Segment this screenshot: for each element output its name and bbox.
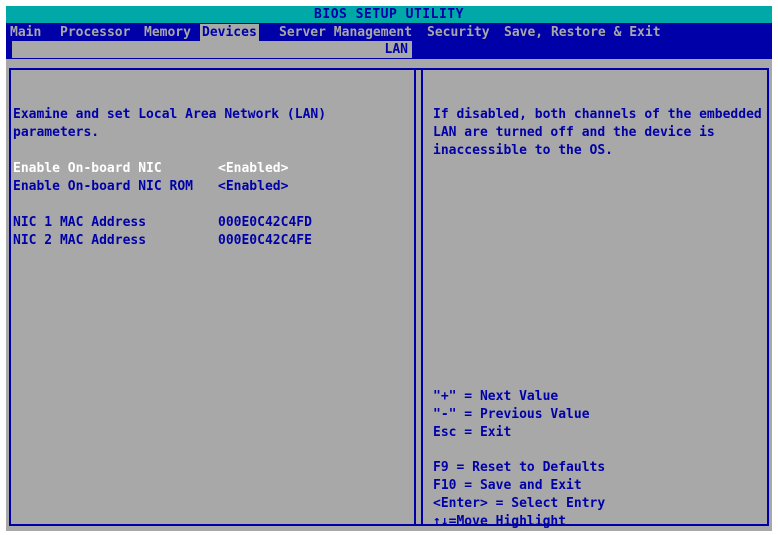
- left-panel: Examine and set Local Area Network (LAN)…: [9, 68, 414, 526]
- setting-enable-nic-value[interactable]: <Enabled>: [218, 160, 288, 178]
- nic2-mac-label: NIC 2 MAC Address: [13, 233, 147, 248]
- key-select-entry: <Enter> = Select Entry: [433, 496, 606, 511]
- menu-processor[interactable]: Processor: [58, 24, 132, 41]
- menu-save-restore-exit[interactable]: Save, Restore & Exit: [502, 24, 663, 41]
- key-exit: Esc = Exit: [433, 425, 512, 440]
- menu-main[interactable]: Main: [8, 24, 43, 41]
- help-text-line1: If disabled, both channels of the embedd…: [433, 107, 762, 122]
- lan-description-line1: Examine and set Local Area Network (LAN): [13, 107, 327, 122]
- nic1-mac-label: NIC 1 MAC Address: [13, 215, 147, 230]
- key-save-exit: F10 = Save and Exit: [433, 478, 582, 493]
- submenu-lan[interactable]: LAN: [12, 41, 412, 58]
- menu-bar: Main Processor Memory Devices Server Man…: [6, 23, 772, 59]
- menu-memory[interactable]: Memory: [142, 24, 193, 41]
- nic1-mac-value: 000E0C42C4FD: [218, 215, 312, 230]
- panel-divider: [421, 68, 423, 526]
- help-text-line2: LAN are turned off and the device is: [433, 125, 715, 140]
- main-area: Examine and set Local Area Network (LAN)…: [6, 59, 772, 531]
- key-reset-defaults: F9 = Reset to Defaults: [433, 460, 606, 475]
- menu-devices[interactable]: Devices: [200, 24, 259, 41]
- lan-description-line2: parameters.: [13, 125, 100, 140]
- menu-server-management[interactable]: Server Management: [277, 24, 414, 41]
- title-bar: BIOS SETUP UTILITY: [6, 6, 772, 23]
- key-move-highlight: ↑↓=Move Highlight: [433, 514, 567, 529]
- setting-enable-nic-rom-label: Enable On-board NIC ROM: [13, 179, 194, 194]
- menu-security[interactable]: Security: [425, 24, 492, 41]
- setting-enable-nic-label: Enable On-board NIC: [13, 161, 162, 176]
- bios-title: BIOS SETUP UTILITY: [314, 7, 464, 22]
- help-panel: If disabled, both channels of the embedd…: [414, 68, 769, 529]
- nic2-mac-value: 000E0C42C4FE: [218, 233, 312, 248]
- setting-enable-nic-rom-value[interactable]: <Enabled>: [218, 178, 288, 196]
- key-next-value: "+" = Next Value: [433, 389, 559, 404]
- key-previous-value: "-" = Previous Value: [433, 407, 590, 422]
- help-text-line3: inaccessible to the OS.: [433, 143, 614, 158]
